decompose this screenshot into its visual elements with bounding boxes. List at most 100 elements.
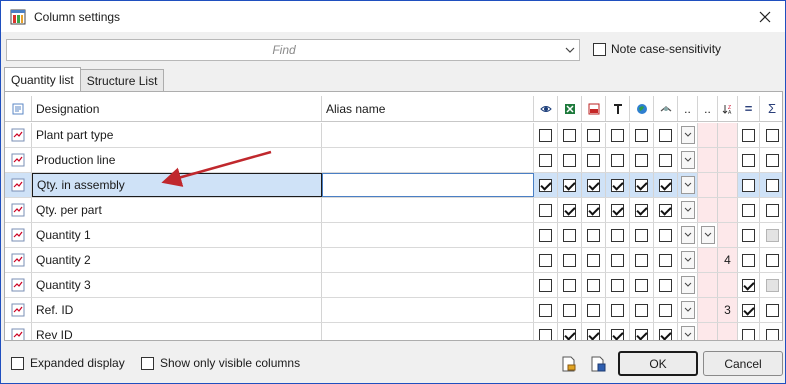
table-row[interactable]: Qty. in assembly [5,173,782,198]
alias-cell[interactable] [322,323,534,340]
sort-order-cell[interactable] [718,123,738,147]
alias-cell[interactable] [322,223,534,247]
column-checkbox[interactable] [539,178,552,192]
table-row[interactable]: Quantity 3 [5,273,782,298]
column-checkbox[interactable] [539,303,552,317]
table-row[interactable]: Ref. ID 3 [5,298,782,323]
column-checkbox[interactable] [563,278,576,292]
sort-order-cell[interactable] [718,173,738,197]
note-case-checkbox[interactable] [593,42,606,56]
table-row[interactable]: Plant part type [5,123,782,148]
column-checkbox[interactable] [563,253,576,267]
alias-cell[interactable] [322,298,534,322]
column-checkbox[interactable] [635,228,648,242]
sum-checkbox[interactable] [765,153,779,167]
load-settings-icon[interactable] [558,353,580,375]
column-checkbox[interactable] [635,303,648,317]
show-only-visible-columns[interactable]: Show only visible columns [141,356,300,370]
alias-cell[interactable] [322,273,534,297]
sort-order-cell[interactable]: 4 [718,248,738,272]
designation-cell[interactable]: Qty. per part [32,198,322,222]
equal-checkbox[interactable] [742,278,755,292]
column-checkbox[interactable] [611,303,624,317]
column-checkbox[interactable] [635,328,648,340]
column-checkbox[interactable] [587,153,600,167]
column-checkbox[interactable] [635,278,648,292]
sort-order-cell[interactable] [718,273,738,297]
column-checkbox[interactable] [659,253,672,267]
column-checkbox[interactable] [611,178,624,192]
column-checkbox[interactable] [659,178,672,192]
column-checkbox[interactable] [611,228,624,242]
table-row[interactable]: Rev ID [5,323,782,340]
chevron-down-icon[interactable] [680,176,695,194]
table-row[interactable]: Quantity 2 4 [5,248,782,273]
equal-checkbox[interactable] [742,253,755,267]
table-row[interactable]: Qty. per part [5,198,782,223]
sum-checkbox[interactable] [765,128,779,142]
column-checkbox[interactable] [659,303,672,317]
column-checkbox[interactable] [587,303,600,317]
chevron-down-icon[interactable] [563,43,577,57]
designation-cell[interactable]: Production line [32,148,322,172]
column-checkbox[interactable] [611,278,624,292]
alias-cell[interactable] [322,148,534,172]
column-checkbox[interactable] [635,178,648,192]
column-checkbox[interactable] [635,253,648,267]
equal-checkbox[interactable] [742,328,755,340]
sort-order-cell[interactable] [718,148,738,172]
column-checkbox[interactable] [587,278,600,292]
column-checkbox[interactable] [635,153,648,167]
chevron-down-icon[interactable] [680,201,695,219]
column-checkbox[interactable] [611,153,624,167]
equal-checkbox[interactable] [742,303,755,317]
alias-cell[interactable] [322,123,534,147]
tab-structure-list[interactable]: Structure List [79,69,165,91]
column-checkbox[interactable] [659,278,672,292]
chevron-down-icon[interactable] [680,301,695,319]
find-box[interactable] [6,39,580,61]
column-checkbox[interactable] [539,228,552,242]
sort-order-cell[interactable]: 3 [718,298,738,322]
column-checkbox[interactable] [659,228,672,242]
expanded-display-checkbox[interactable] [11,356,24,370]
show-visible-checkbox[interactable] [141,356,154,370]
table-row[interactable]: Production line [5,148,782,173]
sum-checkbox[interactable] [765,253,779,267]
column-checkbox[interactable] [587,128,600,142]
column-checkbox[interactable] [563,303,576,317]
cancel-button[interactable]: Cancel [703,351,783,376]
alias-cell[interactable] [322,173,534,197]
header-designation[interactable]: Designation [32,96,322,121]
chevron-down-icon[interactable] [680,326,695,340]
ok-button[interactable]: OK [618,351,698,376]
column-checkbox[interactable] [659,153,672,167]
chevron-down-icon[interactable] [680,276,695,294]
column-checkbox[interactable] [563,228,576,242]
sum-checkbox[interactable] [765,178,779,192]
header-alias[interactable]: Alias name [322,96,534,121]
column-checkbox[interactable] [659,128,672,142]
sum-checkbox[interactable] [765,303,779,317]
column-checkbox[interactable] [539,153,552,167]
column-checkbox[interactable] [611,253,624,267]
column-checkbox[interactable] [587,228,600,242]
column-checkbox[interactable] [539,278,552,292]
sort-order-cell[interactable] [718,223,738,247]
chevron-down-icon[interactable] [680,226,695,244]
equal-checkbox[interactable] [742,178,755,192]
chevron-down-icon[interactable] [680,251,695,269]
column-checkbox[interactable] [611,128,624,142]
designation-cell[interactable]: Quantity 3 [32,273,322,297]
tab-quantity-list[interactable]: Quantity list [4,67,81,91]
column-checkbox[interactable] [587,178,600,192]
column-checkbox[interactable] [563,153,576,167]
column-checkbox[interactable] [635,203,648,217]
designation-cell[interactable]: Quantity 1 [32,223,322,247]
column-checkbox[interactable] [539,203,552,217]
alias-cell[interactable] [322,248,534,272]
column-checkbox[interactable] [635,128,648,142]
equal-checkbox[interactable] [742,203,755,217]
designation-cell[interactable]: Quantity 2 [32,248,322,272]
column-checkbox[interactable] [659,203,672,217]
